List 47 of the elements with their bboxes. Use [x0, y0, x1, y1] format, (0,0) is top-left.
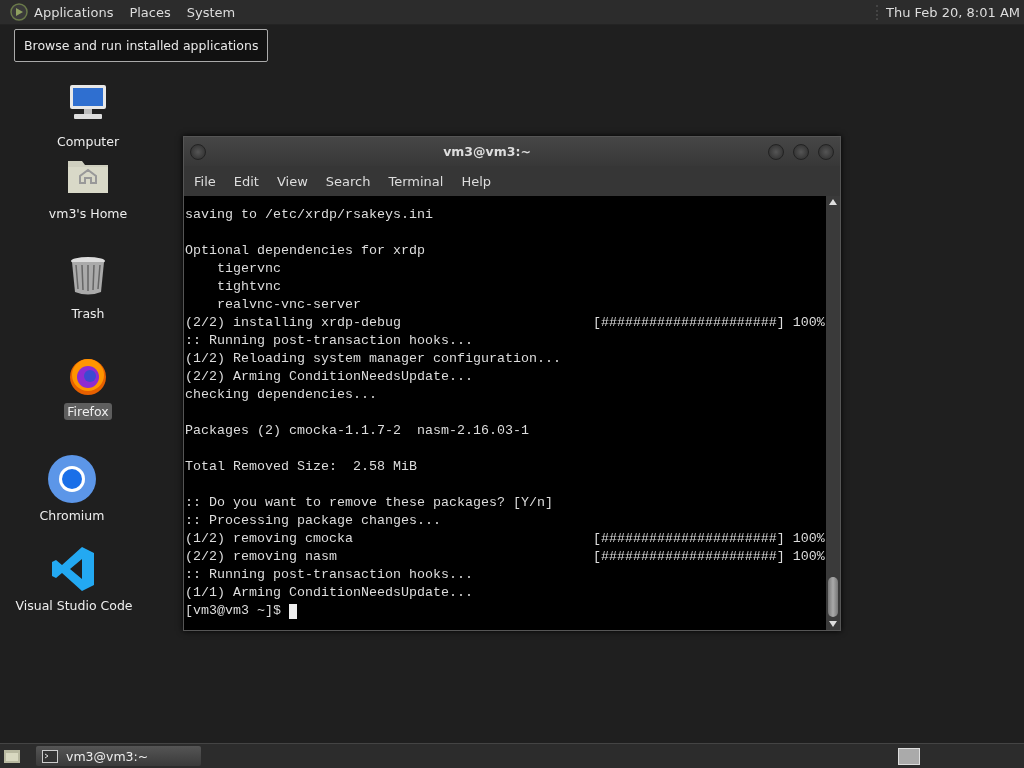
menu-item[interactable]: View: [270, 173, 314, 189]
chromium-icon: [48, 455, 96, 503]
taskbar-button[interactable]: vm3@vm3:~: [36, 746, 201, 766]
scroll-down-arrow-icon: [829, 621, 837, 627]
output-line: (1/2) removing cmocka [######################] 100%: [185, 530, 826, 548]
clock[interactable]: Thu Feb 20, 8:01 AM: [876, 4, 1024, 20]
desktop-icon-label[interactable]: Computer: [53, 133, 123, 150]
desktop-icon-label[interactable]: Visual Studio Code: [12, 597, 136, 614]
output-line: (2/2) installing xrdp-debug [######################] 100%: [185, 314, 826, 332]
desktop-icon-label[interactable]: Trash: [68, 305, 108, 322]
output-line: :: Running post-transaction hooks...: [185, 566, 474, 584]
menu-item[interactable]: Search: [319, 173, 377, 189]
output-line: (1/1) Arming ConditionNeedsUpdate...: [185, 584, 474, 602]
output-line: tightvnc: [216, 278, 282, 296]
output-line: realvnc-vnc-server: [216, 296, 362, 314]
scrollbar[interactable]: [826, 196, 840, 630]
output-line: (2/2) Arming ConditionNeedsUpdate...: [185, 368, 474, 386]
menu-item[interactable]: File: [188, 173, 222, 189]
workspace-switcher[interactable]: [898, 747, 920, 765]
output-line: :: Do you want to remove these packages? [Y/n]: [185, 494, 554, 512]
output-line: saving to /etc/xrdp/rsakeys.ini: [185, 206, 434, 224]
show-desktop-icon: [3, 748, 21, 764]
output-line: (2/2) removing nasm [######################] 100%: [185, 548, 826, 566]
desktop-icon-label[interactable]: Firefox: [64, 403, 112, 420]
output-line: Packages (2) cmocka-1.1.7-2 nasm-2.16.03-1: [185, 422, 530, 440]
text-cursor: [289, 603, 297, 619]
output-line: Total Removed Size: 2.58 MiB: [185, 458, 418, 476]
menu-item[interactable]: Terminal: [382, 173, 450, 189]
panel-menu[interactable]: System: [186, 4, 236, 20]
output-line: (1/2) Reloading system manager configuration...: [185, 350, 562, 368]
menu-item[interactable]: Edit: [227, 173, 265, 189]
scroll-thumb[interactable]: [828, 577, 838, 617]
output-line: checking dependencies...: [185, 386, 378, 404]
prompt: [vm3@vm3 ~]$: [185, 602, 281, 620]
output-line: :: Processing package changes...: [185, 512, 442, 530]
tooltip: Browse and run installed applications: [14, 29, 269, 62]
window-title: vm3@vm3:~: [443, 144, 531, 159]
output-line: :: Running post-transaction hooks...: [185, 332, 474, 350]
desktop-icon-label[interactable]: vm3's Home: [45, 205, 131, 222]
panel-menu[interactable]: Places: [129, 4, 171, 20]
output-line: Optional dependencies for xrdp: [185, 242, 426, 260]
scroll-up-arrow-icon: [829, 199, 837, 205]
desktop-icon-label[interactable]: Chromium: [36, 507, 108, 524]
output-line: tigervnc: [216, 260, 282, 278]
panel-menu[interactable]: Applications: [34, 4, 114, 20]
menu-item[interactable]: Help: [455, 173, 498, 189]
terminal-icon: [42, 749, 58, 763]
